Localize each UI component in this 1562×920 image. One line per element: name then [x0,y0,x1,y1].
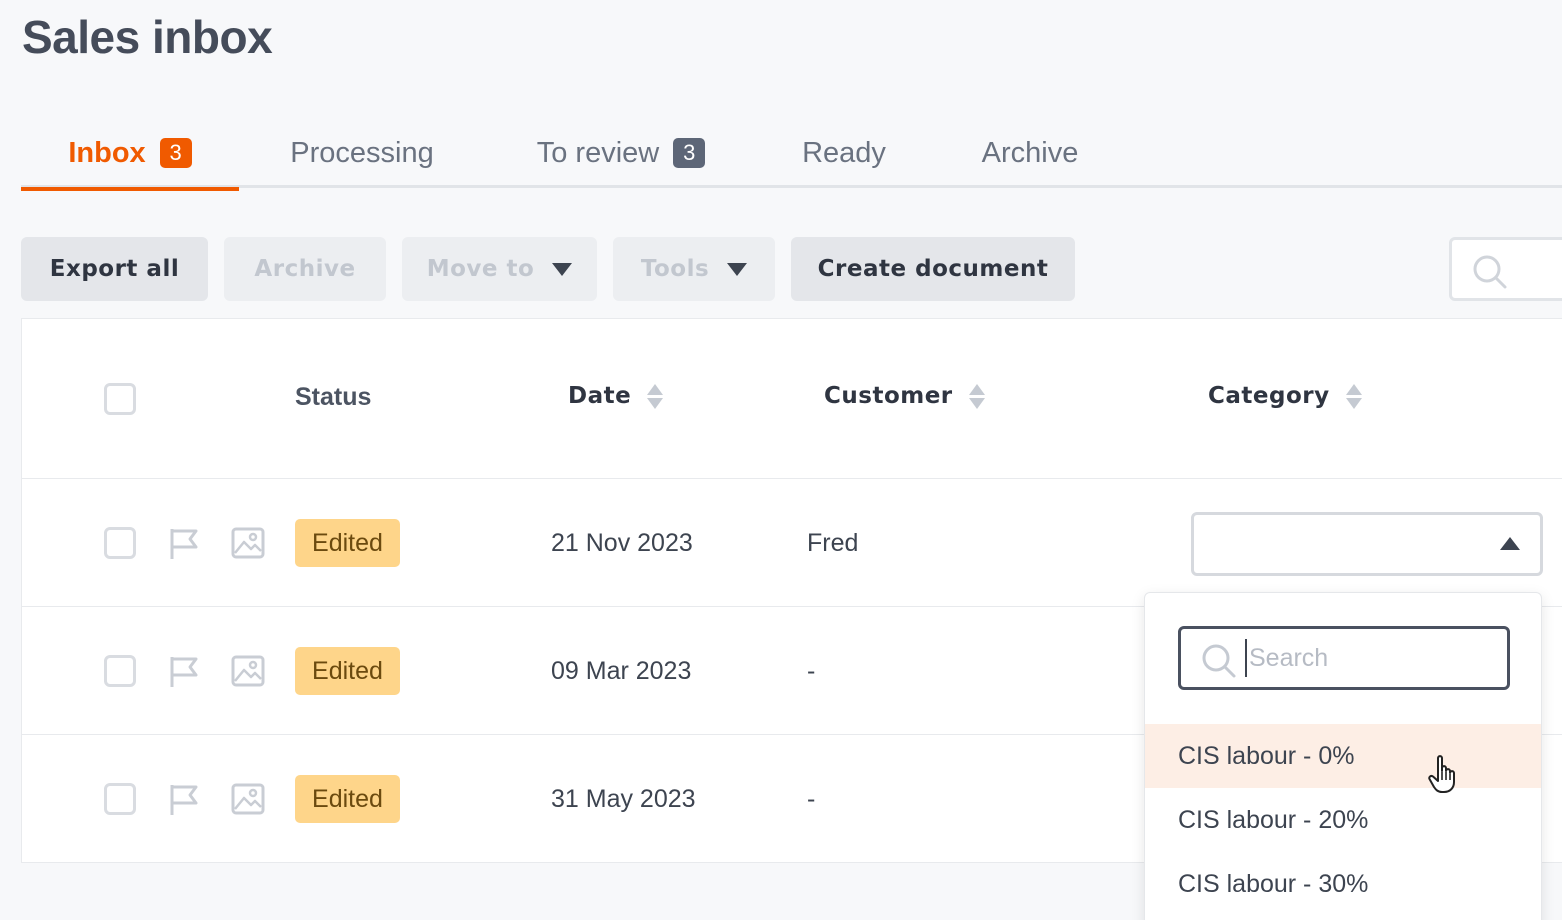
table-row[interactable]: Edited 21 Nov 2023 Fred [22,479,1562,607]
search-icon [1473,255,1507,289]
row-checkbox[interactable] [104,783,136,815]
button-label: Export all [49,256,180,282]
dropdown-option[interactable]: CIS labour - 30% [1145,852,1541,916]
column-label: Status [295,383,372,411]
date-cell: 09 Mar 2023 [551,656,692,685]
tab-label: Ready [802,136,886,169]
tab-inbox[interactable]: Inbox 3 [21,118,239,191]
column-customer[interactable]: Customer [824,383,985,409]
caret-down-icon [727,262,748,276]
category-dropdown-menu: CIS labour - 0% CIS labour - 20% CIS lab… [1144,592,1542,920]
status-badge: Edited [295,519,400,567]
tab-archive[interactable]: Archive [973,118,1087,188]
category-select[interactable] [1191,512,1543,576]
dropdown-search-input[interactable] [1245,639,1495,677]
column-date[interactable]: Date [568,383,664,409]
row-checkbox[interactable] [104,655,136,687]
caret-up-icon [1500,537,1520,550]
flag-icon[interactable] [168,655,200,689]
button-label: Create document [817,256,1049,282]
customer-cell: - [807,784,816,813]
row-checkbox[interactable] [104,527,136,559]
tab-label: Inbox [68,136,146,169]
select-all-checkbox[interactable] [104,383,136,415]
archive-button[interactable]: Archive [224,237,386,301]
dropdown-option[interactable]: CIS labour - 20% [1145,788,1541,852]
button-label: Move to [426,256,535,282]
count-badge: 3 [159,138,192,168]
page-title: Sales inbox [22,11,273,63]
status-badge: Edited [295,775,400,823]
column-label: Customer [824,383,953,409]
column-label: Date [568,383,632,409]
date-cell: 31 May 2023 [551,784,696,813]
move-to-button[interactable]: Move to [402,237,597,301]
customer-cell: - [807,656,816,685]
column-category[interactable]: Category [1208,383,1362,409]
sort-icon [1345,383,1362,409]
button-label: Archive [254,256,356,282]
image-icon[interactable] [231,783,265,815]
create-document-button[interactable]: Create document [791,237,1075,301]
count-badge: 3 [673,138,706,168]
column-status: Status [295,383,371,412]
sort-icon [968,383,985,409]
tab-ready[interactable]: Ready [791,118,897,188]
tab-label: Processing [290,136,434,169]
hand-cursor-icon [1428,755,1455,793]
dropdown-option[interactable]: CIS labour - 0% [1145,724,1541,788]
tab-to-review[interactable]: To review 3 [521,118,721,188]
tab-bar: Inbox 3 Processing To review 3 Ready Arc… [21,118,1562,191]
flag-icon[interactable] [168,527,200,561]
status-badge: Edited [295,647,400,695]
customer-cell: Fred [807,528,859,557]
export-all-button[interactable]: Export all [21,237,208,301]
caret-down-icon [552,262,573,276]
flag-icon[interactable] [168,783,200,817]
tab-label: To review [536,136,660,169]
image-icon[interactable] [231,655,265,687]
dropdown-search-field[interactable] [1178,626,1510,690]
table-header: Status Date Customer Category [22,319,1562,479]
tools-button[interactable]: Tools [613,237,775,301]
sort-icon [647,383,664,409]
toolbar-search-input[interactable] [1449,237,1562,301]
date-cell: 21 Nov 2023 [551,528,693,557]
tab-processing[interactable]: Processing [271,118,453,188]
search-icon [1202,644,1236,678]
tab-label: Archive [981,136,1079,169]
image-icon[interactable] [231,527,265,559]
column-label: Category [1208,383,1330,409]
button-label: Tools [640,256,710,282]
